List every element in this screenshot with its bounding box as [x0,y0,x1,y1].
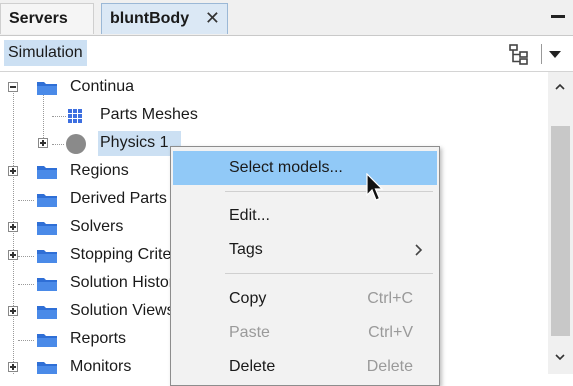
menu-item-label: Delete [229,358,276,375]
menu-item-tags[interactable]: Tags [173,233,437,267]
vertical-scrollbar[interactable] [548,72,573,374]
expand-icon[interactable] [38,138,48,148]
tab-bluntbody[interactable]: bluntBody ✕ [101,3,228,34]
tree-item-label: Parts Meshes [100,106,198,123]
folder-icon [37,194,57,207]
menu-item-edit[interactable]: Edit... [173,199,437,233]
close-icon[interactable]: ✕ [205,4,220,33]
menu-separator [225,273,433,274]
tree-item-label: Solvers [70,218,124,235]
folder-icon [37,306,57,319]
menu-separator [225,191,433,192]
dropdown-arrow-icon[interactable] [549,51,561,58]
menu-item-label: Edit... [229,207,270,224]
tree-item-label: Continua [70,78,135,95]
folder-icon [37,82,57,95]
menu-item-label: Tags [229,241,263,258]
tree-item-label: Regions [70,162,129,179]
menu-item-paste[interactable]: Paste Ctrl+V [173,316,437,350]
tab-bar: Servers bluntBody ✕ [0,0,573,36]
tab-bluntbody-label: bluntBody [110,10,190,27]
folder-icon [37,278,57,291]
menu-item-shortcut: Ctrl+C [367,290,413,307]
tree-item-parts-meshes[interactable]: Parts Meshes [0,102,548,130]
folder-icon [37,362,57,374]
toolbar-separator [541,44,542,64]
expand-icon[interactable] [8,166,18,176]
folder-icon [37,334,57,347]
tab-servers[interactable]: Servers [0,3,94,34]
tree-item-label: Monitors [70,358,132,374]
tree-view-icon[interactable] [508,43,532,65]
tree-item-label: Physics 1 [100,134,169,151]
expand-icon[interactable] [8,306,18,316]
menu-item-select-models[interactable]: Select models... [173,151,437,185]
tree-item-label: Solution Views [70,302,175,319]
scrollbar-thumb[interactable] [551,126,570,336]
simulation-button[interactable]: Simulation [4,40,87,66]
collapse-icon[interactable] [8,82,18,92]
tab-servers-label: Servers [9,10,68,27]
mesh-icon [67,108,82,123]
menu-item-delete[interactable]: Delete Delete [173,350,437,384]
submenu-arrow-icon [415,244,423,256]
folder-icon [37,250,57,263]
expand-icon[interactable] [8,362,18,372]
menu-item-shortcut: Ctrl+V [368,324,413,341]
context-menu: Select models... Edit... Tags Copy Ctrl+… [170,146,440,386]
tree-item-continua[interactable]: Continua [0,74,548,102]
mouse-cursor-icon [366,173,384,201]
physics-continuum-icon [66,134,86,154]
folder-icon [37,166,57,179]
minimize-icon[interactable] [551,15,565,18]
menu-item-copy[interactable]: Copy Ctrl+C [173,282,437,316]
menu-item-label: Paste [229,324,270,341]
tree-item-label: Reports [70,330,127,347]
menu-item-shortcut: Delete [366,358,413,375]
expand-icon[interactable] [8,222,18,232]
simulation-toolbar: Simulation [0,36,573,72]
scroll-down-icon[interactable] [555,352,565,362]
folder-icon [37,222,57,235]
scroll-up-icon[interactable] [555,82,565,92]
expand-icon[interactable] [8,250,18,260]
menu-item-label: Select models... [229,159,343,176]
tree-item-label: Derived Parts [70,190,167,207]
menu-item-label: Copy [229,290,267,307]
